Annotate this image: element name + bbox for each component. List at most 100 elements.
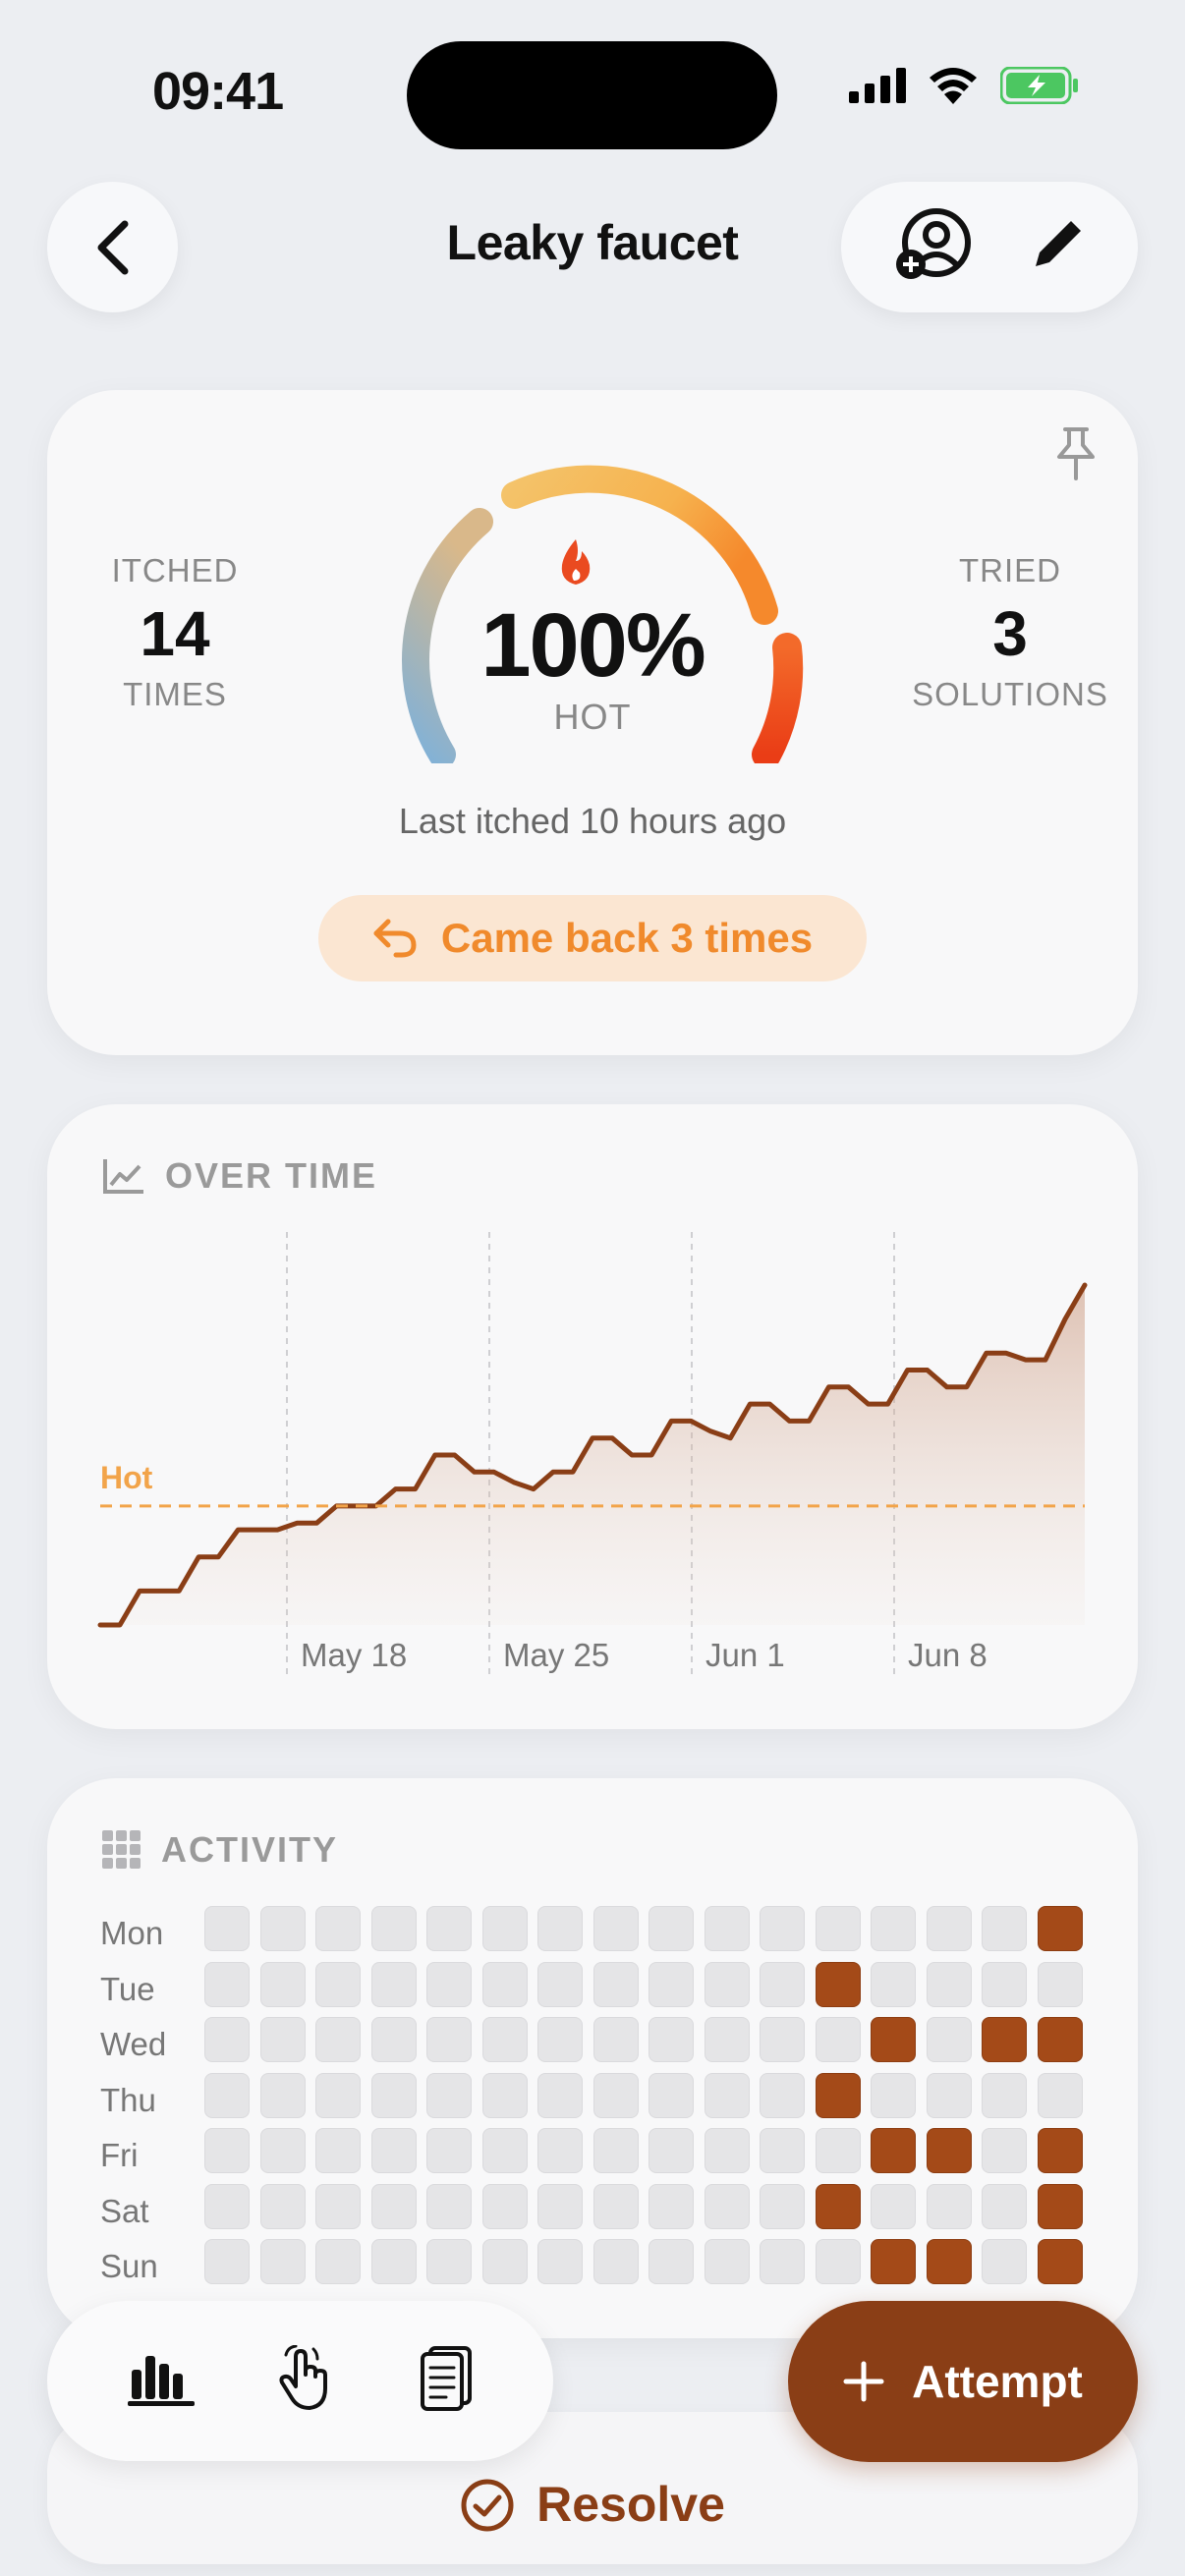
activity-cell [426, 2128, 472, 2173]
activity-cell [815, 2072, 861, 2118]
activity-cell [481, 2183, 528, 2229]
activity-cell [1037, 2017, 1083, 2062]
x-tick-label: May 18 [301, 1637, 407, 1673]
activity-cell [982, 2017, 1027, 2062]
activity-cell [592, 2239, 639, 2284]
activity-cell [315, 1906, 361, 1951]
activity-cell [370, 2017, 417, 2062]
add-person-icon [895, 208, 971, 279]
day-label: Thu [100, 2081, 156, 2118]
activity-heading: ACTIVITY [161, 1829, 339, 1870]
activity-cell [315, 2239, 361, 2284]
activity-cell [537, 2072, 583, 2118]
activity-cell [315, 2017, 361, 2062]
activity-cell [1037, 2072, 1083, 2118]
activity-cell [926, 1906, 972, 1951]
tried-label: TRIED [959, 552, 1061, 588]
activity-cell [982, 2239, 1027, 2284]
activity-cell [704, 1906, 750, 1951]
activity-cell [760, 1961, 805, 2007]
signal-icon [849, 68, 906, 103]
activity-cell [926, 2128, 972, 2173]
add-person-button[interactable] [893, 205, 972, 289]
activity-cell [204, 1906, 250, 1951]
activity-cell [982, 1906, 1027, 1951]
dynamic-island [407, 41, 777, 149]
last-itched-text: Last itched 10 hours ago [398, 801, 787, 841]
activity-cell [704, 2239, 750, 2284]
over-time-card: OVER TIME May 18 May 25 Jun 1 Jun 8 Hot [47, 1104, 1138, 1729]
attempt-button[interactable]: Attempt [788, 2301, 1138, 2462]
tab-notes[interactable] [419, 2346, 474, 2416]
activity-cell [259, 2183, 306, 2229]
activity-cell [704, 2017, 750, 2062]
tab-stats[interactable] [127, 2350, 195, 2412]
tap-hand-icon [278, 2344, 327, 2410]
pin-icon[interactable] [1053, 425, 1099, 482]
day-label: Sat [100, 2192, 149, 2229]
plus-icon [843, 2361, 884, 2402]
activity-cell [426, 2239, 472, 2284]
activity-cell [259, 2072, 306, 2118]
activity-cell [649, 1906, 694, 1951]
grid-icon [102, 1830, 141, 1869]
activity-cell [481, 2128, 528, 2173]
activity-cell [537, 2017, 583, 2062]
attempt-label: Attempt [912, 2356, 1083, 2407]
notes-icon [420, 2346, 472, 2411]
activity-cell [204, 2183, 250, 2229]
activity-cell [704, 2128, 750, 2173]
activity-cell [315, 2128, 361, 2173]
activity-cell [815, 2128, 861, 2173]
activity-cell [1037, 2183, 1083, 2229]
over-time-chart: May 18 May 25 Jun 1 Jun 8 Hot [97, 1232, 1088, 1674]
activity-cell [704, 2072, 750, 2118]
x-tick-label: Jun 8 [908, 1637, 988, 1673]
activity-cell [370, 2128, 417, 2173]
activity-cell [537, 2128, 583, 2173]
activity-cell [370, 2239, 417, 2284]
x-tick-label: May 25 [503, 1637, 609, 1673]
activity-cell [592, 2183, 639, 2229]
activity-cell [982, 1961, 1027, 2007]
edit-button[interactable] [1028, 215, 1087, 279]
activity-cell [592, 2072, 639, 2118]
activity-cell [1037, 2239, 1083, 2284]
activity-cell [370, 1906, 417, 1951]
activity-cell [259, 2128, 306, 2173]
activity-cell [926, 2239, 972, 2284]
activity-cell [204, 2072, 250, 2118]
activity-cell [760, 2017, 805, 2062]
tab-itch[interactable] [276, 2344, 337, 2417]
activity-cell [481, 2239, 528, 2284]
activity-cell [815, 1906, 861, 1951]
activity-cell [426, 1961, 472, 2007]
flame-icon [561, 539, 591, 585]
activity-cell [982, 2072, 1027, 2118]
gauge-label: HOT [553, 697, 632, 737]
activity-cell [315, 1961, 361, 2007]
activity-cell [370, 2072, 417, 2118]
activity-cell [649, 2017, 694, 2062]
activity-cell [592, 2017, 639, 2062]
activity-cell [259, 1961, 306, 2007]
check-circle-icon [461, 2479, 514, 2532]
activity-cell [592, 1906, 639, 1951]
activity-cell [871, 2072, 916, 2118]
activity-cell [315, 2183, 361, 2229]
activity-cell [649, 2072, 694, 2118]
activity-cell [815, 2017, 861, 2062]
came-back-badge[interactable]: Came back 3 times [318, 895, 867, 981]
resolve-label: Resolve [536, 2477, 725, 2532]
activity-cell [315, 2072, 361, 2118]
activity-cell [537, 1906, 583, 1951]
nav-actions [841, 182, 1138, 312]
activity-cell [760, 2183, 805, 2229]
activity-cell [871, 2239, 916, 2284]
activity-cell [259, 1906, 306, 1951]
activity-cell [871, 2017, 916, 2062]
activity-cell [1037, 1906, 1083, 1951]
return-arrow-icon [373, 919, 417, 958]
activity-cell [926, 1961, 972, 2007]
activity-cell [1037, 2128, 1083, 2173]
